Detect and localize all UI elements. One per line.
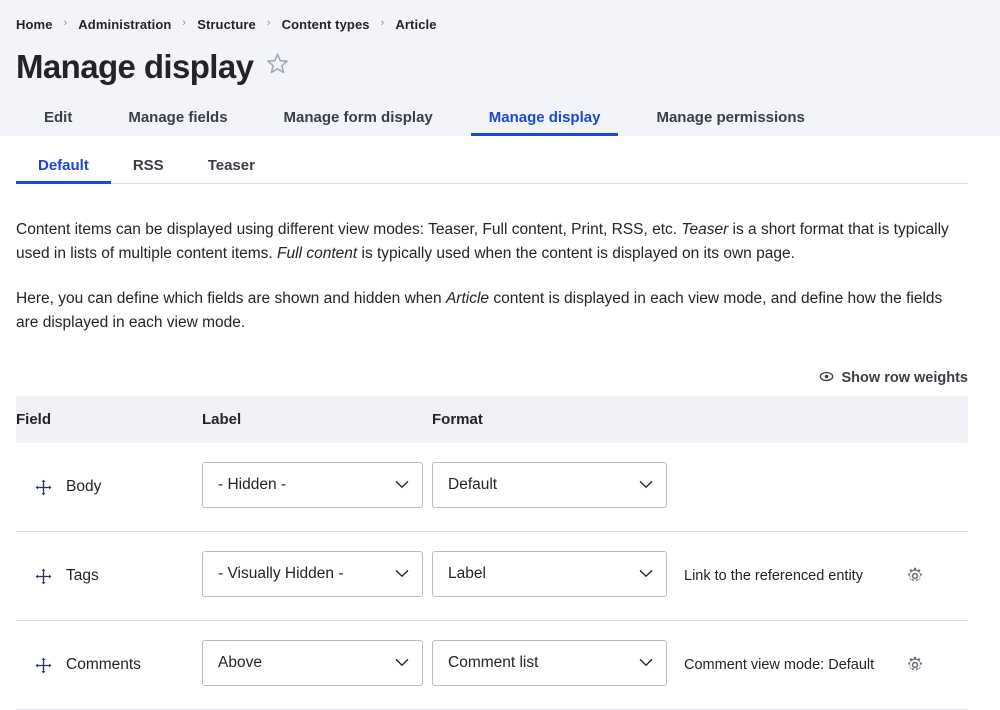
field-cell-body: Body <box>16 442 202 533</box>
row-weights-bar: Show row weights <box>0 370 1000 386</box>
move-icon[interactable] <box>34 478 52 496</box>
title-row: Manage display <box>16 44 984 88</box>
format-cell: Label <box>432 531 684 622</box>
column-header-label: Label <box>202 395 432 443</box>
intro-p2-text-1: Here, you can define which fields are sh… <box>16 289 446 307</box>
format-select-value: Label <box>448 565 486 583</box>
breadcrumb-item-article[interactable]: Article <box>395 17 436 32</box>
label-select-comments[interactable]: Above <box>202 640 423 687</box>
breadcrumb-item-structure[interactable]: Structure <box>197 17 256 32</box>
table-row: Tags - Visually Hidden - Label Link to t… <box>16 531 968 622</box>
breadcrumb-item-content-types[interactable]: Content types <box>282 17 370 32</box>
format-summary: Link to the referenced entity <box>684 568 863 585</box>
breadcrumb-separator: › <box>266 17 271 29</box>
table-row: Comments Above Comment list Comment view… <box>16 620 968 710</box>
format-select-value: Default <box>448 476 498 494</box>
label-select-body[interactable]: - Hidden - <box>202 462 423 509</box>
format-select-comments[interactable]: Comment list <box>432 640 667 687</box>
label-cell: - Visually Hidden - <box>202 531 432 622</box>
breadcrumb-item-home[interactable]: Home <box>16 17 53 32</box>
tab-manage-permissions[interactable]: Manage permissions <box>628 110 832 136</box>
view-mode-tab-rss[interactable]: RSS <box>111 158 186 184</box>
show-row-weights-button[interactable]: Show row weights <box>819 370 968 386</box>
column-header-format: Format <box>432 395 684 443</box>
intro-p1-text-3: is typically used when the content is di… <box>357 245 795 263</box>
breadcrumb-separator: › <box>182 17 187 29</box>
view-mode-tab-teaser[interactable]: Teaser <box>186 158 277 184</box>
move-icon[interactable] <box>34 656 52 674</box>
format-cell: Comment list <box>432 620 684 710</box>
format-select-value: Comment list <box>448 654 539 672</box>
intro-p2-emphasis-article: Article <box>445 289 490 307</box>
page-header: Home › Administration › Structure › Cont… <box>0 0 1000 136</box>
label-select-value: Above <box>218 654 262 672</box>
intro-paragraph-2: Here, you can define which fields are sh… <box>16 287 962 336</box>
format-cell: Default <box>432 442 684 533</box>
format-settings-button-tags[interactable] <box>902 563 928 589</box>
table-row: Body - Hidden - Default <box>16 442 968 533</box>
field-cell-tags: Tags <box>16 531 202 622</box>
format-settings-button-comments[interactable] <box>902 652 928 678</box>
intro-p1-text-1: Content items can be displayed using dif… <box>16 221 682 238</box>
label-select-value: - Hidden - <box>218 476 287 494</box>
manage-display-table: Field Label Format Body - Hidden - Defau… <box>16 395 968 710</box>
field-label: Body <box>66 478 102 496</box>
label-cell: - Hidden - <box>202 442 432 533</box>
settings-cell <box>902 620 968 710</box>
show-row-weights-label: Show row weights <box>841 369 968 386</box>
intro-section: Content items can be displayed using dif… <box>0 218 1000 336</box>
label-select-value: - Visually Hidden - <box>218 565 344 583</box>
field-label: Comments <box>66 656 141 674</box>
table-head: Field Label Format <box>16 395 968 443</box>
table-body: Body - Hidden - Default Tags - Visually … <box>16 442 968 710</box>
intro-p1-emphasis-full-content: Full content <box>277 245 358 263</box>
summary-cell: Comment view mode: Default <box>684 620 902 710</box>
summary-cell <box>684 442 902 533</box>
format-summary: Comment view mode: Default <box>684 657 875 674</box>
manage-display-table-wrap: Field Label Format Body - Hidden - Defau… <box>0 395 1000 710</box>
intro-p1-emphasis-teaser: Teaser <box>681 221 729 238</box>
intro-paragraph-1: Content items can be displayed using dif… <box>16 218 962 267</box>
breadcrumb-item-administration[interactable]: Administration <box>78 17 171 32</box>
field-cell-comments: Comments <box>16 620 202 710</box>
format-select-body[interactable]: Default <box>432 462 667 509</box>
summary-cell: Link to the referenced entity <box>684 531 902 622</box>
column-header-settings <box>902 395 968 443</box>
tab-manage-form-display[interactable]: Manage form display <box>256 110 461 136</box>
secondary-tabs: Default RSS Teaser <box>0 136 1000 184</box>
breadcrumb-separator: › <box>380 17 385 29</box>
breadcrumb: Home › Administration › Structure › Cont… <box>16 14 984 34</box>
tab-manage-fields[interactable]: Manage fields <box>100 110 255 136</box>
tab-edit[interactable]: Edit <box>16 110 100 136</box>
star-outline-icon[interactable] <box>265 51 290 81</box>
field-label: Tags <box>66 567 99 585</box>
settings-cell <box>902 531 968 622</box>
page-title: Manage display <box>16 47 254 85</box>
format-select-tags[interactable]: Label <box>432 551 667 598</box>
column-header-field: Field <box>16 395 202 443</box>
label-cell: Above <box>202 620 432 710</box>
move-icon[interactable] <box>34 567 52 585</box>
label-select-tags[interactable]: - Visually Hidden - <box>202 551 423 598</box>
breadcrumb-separator: › <box>63 17 68 29</box>
eye-icon <box>819 370 834 386</box>
view-mode-tab-default[interactable]: Default <box>16 158 111 184</box>
settings-cell <box>902 442 968 533</box>
table-header-row: Field Label Format <box>16 395 968 443</box>
tab-manage-display[interactable]: Manage display <box>461 110 629 136</box>
column-header-summary <box>684 395 902 443</box>
primary-tabs: Edit Manage fields Manage form display M… <box>16 94 1000 136</box>
